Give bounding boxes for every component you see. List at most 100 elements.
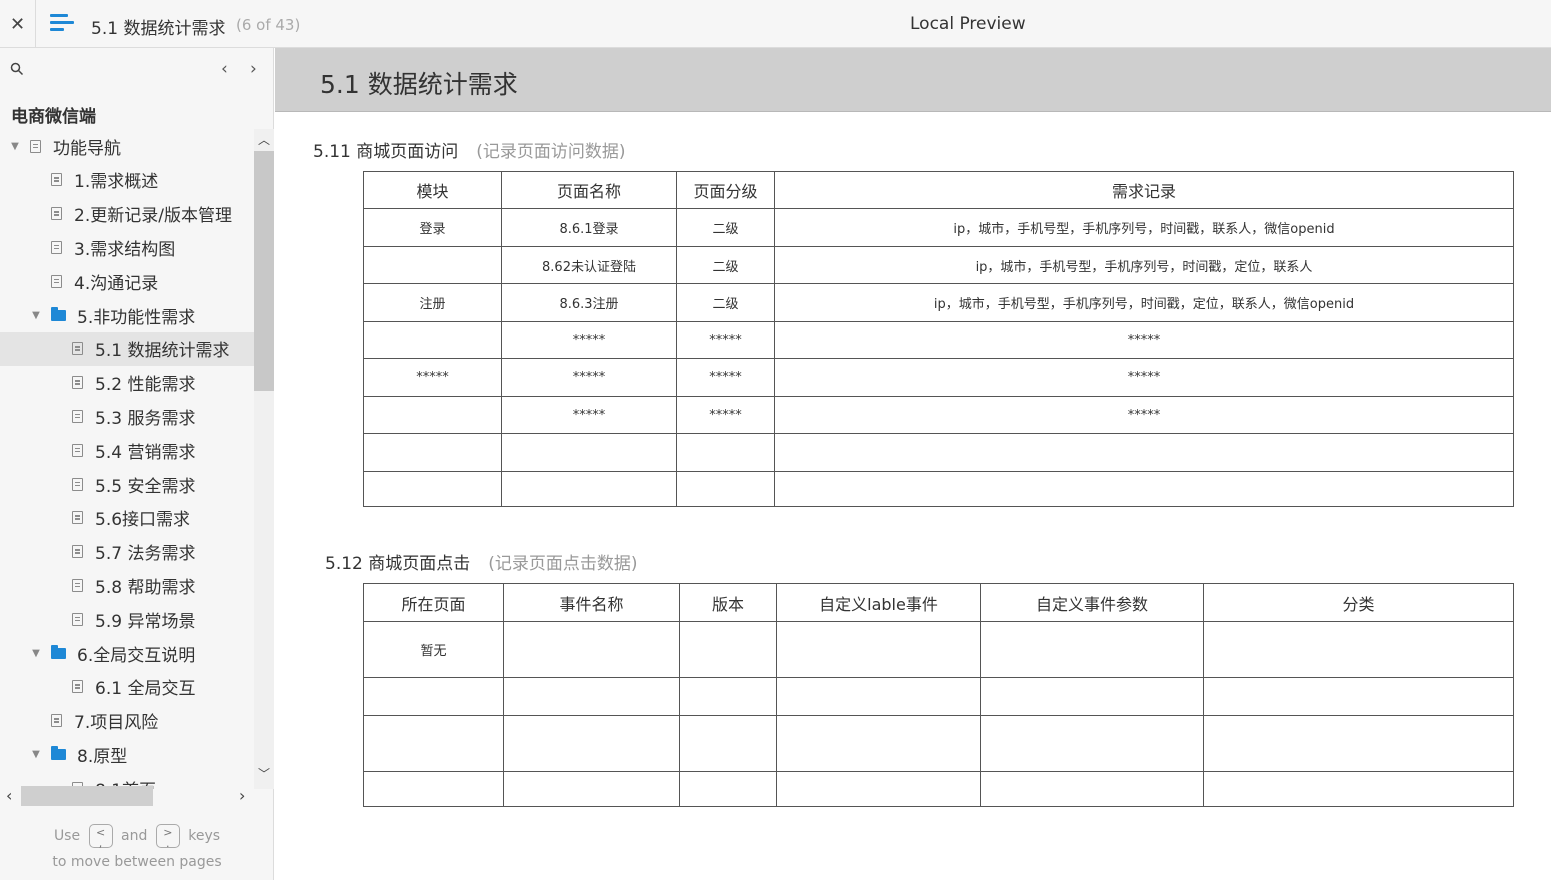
- tree-vertical-scrollbar[interactable]: ︿ ﹀: [254, 129, 274, 789]
- hint-line2: to move between pages: [52, 854, 222, 870]
- close-button[interactable]: ✕: [0, 0, 36, 48]
- section-subtitle: (记录页面访问数据): [476, 142, 626, 162]
- tree-item[interactable]: 5.6接口需求: [0, 501, 254, 535]
- table-cell: 二级: [676, 283, 775, 322]
- next-page-button[interactable]: ›: [250, 59, 257, 79]
- table-row: ***** ***** *****: [363, 396, 1514, 434]
- scrollbar-thumb[interactable]: [254, 151, 274, 391]
- tree-item[interactable]: 5.8 帮助需求: [0, 568, 254, 602]
- tree-item[interactable]: 5.4 营销需求: [0, 433, 254, 467]
- page-icon: [72, 342, 83, 356]
- expand-arrow-icon[interactable]: ▼: [10, 141, 20, 152]
- page-icon: [72, 443, 83, 457]
- table-cell: [679, 715, 777, 772]
- tree-item-label: 5.1 数据统计需求: [95, 341, 230, 362]
- expand-arrow-icon[interactable]: ▼: [31, 310, 41, 321]
- column-header: 所在页面: [363, 583, 504, 622]
- table-row: [363, 715, 1514, 772]
- table-cell: [776, 715, 981, 772]
- page-count: (6 of 43): [236, 16, 301, 34]
- scroll-right-icon[interactable]: ›: [239, 786, 245, 805]
- page-header: 5.1 数据统计需求: [275, 48, 1551, 112]
- table-cell: [776, 771, 981, 807]
- table-row: [363, 677, 1514, 716]
- close-icon: ✕: [9, 13, 26, 35]
- tree-item-label: 6.1 全局交互: [95, 679, 196, 700]
- tree-item[interactable]: 6.1 全局交互: [0, 670, 254, 704]
- section-subtitle: (记录页面点击数据): [488, 554, 638, 574]
- menu-icon[interactable]: [50, 14, 74, 34]
- table-cell: [363, 433, 502, 472]
- column-header: 版本: [679, 583, 777, 622]
- page-icon: [72, 376, 83, 390]
- page-icon: [30, 139, 41, 153]
- tree-item[interactable]: 3.需求结构图: [0, 230, 254, 264]
- search-icon[interactable]: [10, 62, 24, 76]
- table-cell: 二级: [676, 208, 775, 247]
- scroll-down-icon[interactable]: ﹀: [258, 765, 270, 782]
- tree-item[interactable]: 5.7 法务需求: [0, 535, 254, 569]
- tree-item-label: 3.需求结构图: [74, 239, 176, 260]
- table-cell: [776, 621, 981, 678]
- table-cell: *****: [501, 321, 677, 359]
- page-icon: [51, 274, 62, 288]
- previous-page-button[interactable]: ‹: [221, 59, 228, 79]
- scroll-up-icon[interactable]: ︿: [258, 131, 270, 148]
- column-header: 自定义事件参数: [980, 583, 1204, 622]
- page-icon: [72, 680, 83, 694]
- table-cell: [1203, 715, 1514, 772]
- tree-item[interactable]: 5.5 安全需求: [0, 467, 254, 501]
- table-cell: 8.62未认证登陆: [501, 246, 677, 284]
- tree-item[interactable]: ▼ 5.非功能性需求: [0, 298, 254, 332]
- table-cell: ip，城市，手机号型，手机序列号，时间戳，定位，联系人: [774, 246, 1514, 284]
- tree-item-label: 1.需求概述: [74, 172, 159, 193]
- page-icon: [72, 612, 83, 626]
- table-cell: [363, 771, 504, 807]
- table-cell: *****: [501, 396, 677, 434]
- table-cell: [1203, 677, 1514, 716]
- scrollbar-thumb[interactable]: [21, 786, 153, 806]
- sidebar: ‹ › 电商微信端 ▼ 功能导航 1.需求概述 2.更新记录/版本管理 3.需求结构图 4…: [0, 48, 274, 880]
- tree-item[interactable]: ▼ 8.原型: [0, 737, 254, 771]
- table-cell: [1203, 621, 1514, 678]
- tree-item[interactable]: 5.3 服务需求: [0, 399, 254, 433]
- table-cell: [679, 771, 777, 807]
- page-visit-table: 模块 页面名称 页面分级 需求记录 登录 8.6.1登录 二级 ip，城市，手机号型，手机序…: [363, 171, 1514, 507]
- table-cell: [980, 677, 1204, 716]
- preview-title: Local Preview: [910, 14, 1026, 34]
- column-header: 页面名称: [501, 171, 677, 209]
- tree-item[interactable]: 5.2 性能需求: [0, 366, 254, 400]
- page-icon: [72, 477, 83, 491]
- tree-item[interactable]: 1.需求概述: [0, 163, 254, 197]
- project-title: 电商微信端: [11, 107, 96, 127]
- tree-item[interactable]: 2.更新记录/版本管理: [0, 197, 254, 231]
- tree-item-label: 5.8 帮助需求: [95, 577, 196, 598]
- table-row: [363, 771, 1514, 807]
- table-row: 注册 8.6.3注册 二级 ip，城市，手机号型，手机序列号，时间戳，定位，联系人，微…: [363, 283, 1514, 322]
- tree-item[interactable]: 5.1 数据统计需求: [0, 331, 254, 366]
- table-cell: *****: [363, 358, 502, 397]
- table-row: [363, 471, 1514, 507]
- expand-arrow-icon[interactable]: ▼: [31, 648, 41, 659]
- table-cell: [980, 715, 1204, 772]
- tree-item-label: 5.9 异常场景: [95, 611, 196, 632]
- tree-horizontal-scrollbar[interactable]: ‹ ›: [0, 786, 274, 806]
- keyboard-hint: Use < , and > . keys to move between pag…: [0, 823, 274, 875]
- table-cell: [503, 621, 680, 678]
- tree-item[interactable]: 4.沟通记录: [0, 264, 254, 298]
- folder-icon: [51, 306, 66, 321]
- tree-item[interactable]: 7.项目风险: [0, 704, 254, 738]
- tree-item[interactable]: ▼ 功能导航: [0, 129, 254, 163]
- tree-item[interactable]: ▼ 6.全局交互说明: [0, 636, 254, 670]
- table-cell: [363, 471, 502, 507]
- table-cell: [363, 321, 502, 359]
- table-cell: 注册: [363, 283, 502, 322]
- tree-item[interactable]: 5.9 异常场景: [0, 602, 254, 636]
- table-row: 登录 8.6.1登录 二级 ip，城市，手机号型，手机序列号，时间戳，联系人，微信op…: [363, 208, 1514, 247]
- expand-arrow-icon[interactable]: ▼: [31, 749, 41, 760]
- section-title: 5.11 商城页面访问 (记录页面访问数据): [313, 137, 626, 162]
- table-cell: [980, 771, 1204, 807]
- scroll-left-icon[interactable]: ‹: [6, 786, 12, 805]
- hint-and: and: [121, 828, 148, 844]
- table-cell: ip，城市，手机号型，手机序列号，时间戳，定位，联系人，微信openid: [774, 283, 1514, 322]
